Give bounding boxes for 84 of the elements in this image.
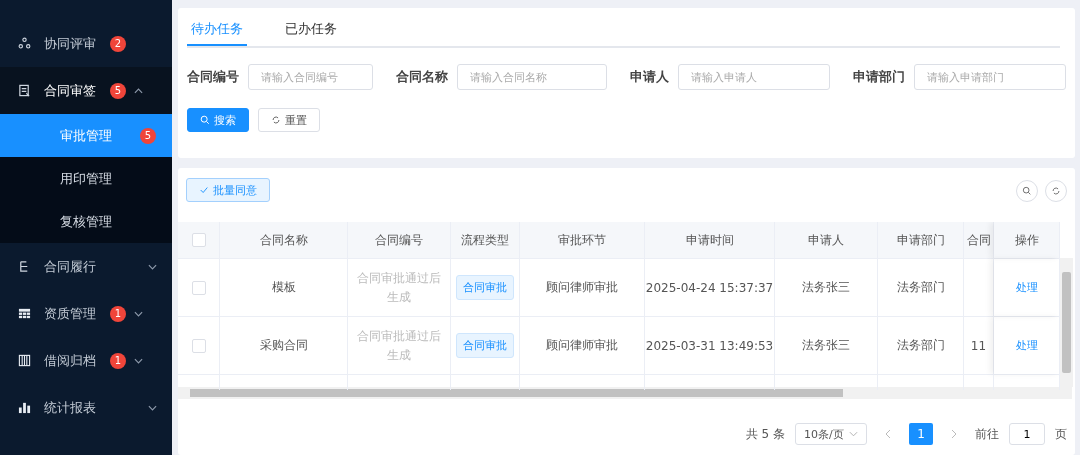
table-cell: 顾问律师审批 (546, 279, 618, 296)
horizontal-scrollbar[interactable] (178, 387, 1072, 399)
column-header: 操作 (1014, 231, 1039, 249)
next-page-icon[interactable] (951, 429, 957, 439)
menu-item[interactable]: 统计报表 (0, 384, 172, 431)
menu-label: 合同履行 (44, 257, 97, 276)
menu-item[interactable]: 借阅归档 1 (0, 337, 172, 384)
table-cell-text: 合同审批通过后生成 (356, 327, 442, 364)
column-header: 审批环节 (558, 231, 606, 249)
total-count: 共 5 条 (745, 425, 785, 443)
chevron-icon (134, 357, 143, 364)
chevron-icon (134, 87, 143, 94)
table-cell: 法务部门 (896, 337, 945, 354)
page-input[interactable]: 1 (1009, 423, 1045, 445)
page-size-select[interactable]: 10条/页 (795, 423, 867, 445)
field-label: 申请部门 (853, 68, 905, 86)
input-field[interactable]: 请输入合同编号 (248, 64, 373, 90)
previous-page-icon[interactable] (885, 429, 891, 439)
submenu-item[interactable]: 复核管理 (0, 200, 172, 243)
menu-label: 合同审签 (44, 81, 97, 100)
submenu-item[interactable]: 审批管理 5 (0, 114, 172, 157)
count-badge: 5 (140, 127, 156, 144)
count-badge: 1 (110, 305, 126, 322)
type-tag: 合同审批 (456, 333, 514, 358)
menu-label: 资质管理 (44, 304, 97, 323)
table-cell: 法务张三 (802, 279, 850, 296)
table-cell: 采购合同 (259, 337, 308, 354)
column-header: 合同 (966, 231, 991, 249)
input-field[interactable]: 请输入申请部门 (914, 64, 1066, 90)
menu-item[interactable]: 资质管理 1 (0, 290, 172, 337)
table-cell-text: 合同审批通过后生成 (356, 269, 442, 306)
column-header: 合同编号 (375, 231, 423, 249)
grid-icon (18, 307, 31, 320)
input-field[interactable]: 请输入申请人 (678, 64, 830, 90)
chevron-icon (148, 404, 157, 411)
submenu-item[interactable]: 用印管理 (0, 157, 172, 200)
table-cell: 顾问律师审批 (546, 337, 618, 354)
count-badge: 5 (110, 82, 126, 99)
search-button[interactable] (1016, 180, 1038, 202)
count-badge: 1 (110, 352, 126, 369)
field-label: 合同名称 (396, 68, 448, 86)
menu-item[interactable]: 合同审签 5 (0, 67, 172, 114)
menu-item[interactable]: 合同履行 (0, 243, 172, 290)
goto-label: 前往 (975, 425, 999, 443)
table-cell: 2025-03-31 13:49:53 (645, 338, 774, 353)
check-icon (199, 185, 209, 195)
search-icon (200, 115, 210, 125)
table-cell: 法务张三 (802, 337, 850, 354)
row-checkbox[interactable] (191, 338, 206, 353)
column-header: 流程类型 (461, 231, 509, 249)
chevron-icon (148, 263, 157, 270)
input-field[interactable]: 请输入合同名称 (457, 64, 607, 90)
refresh-button[interactable] (1045, 180, 1067, 202)
refresh-icon (1051, 186, 1061, 196)
menu-item[interactable]: 协同评审 2 (0, 20, 172, 67)
page-suffix: 页 (1055, 425, 1067, 443)
document-icon (18, 84, 31, 97)
nodes-icon (18, 37, 31, 50)
table-cell: 11 (970, 338, 987, 353)
column-header: 申请时间 (685, 231, 734, 249)
columns-icon (18, 354, 31, 367)
field-label: 合同编号 (187, 68, 239, 86)
column-header: 申请部门 (896, 231, 945, 249)
column-header: 合同名称 (259, 231, 308, 249)
menu-label: 借阅归档 (44, 351, 97, 370)
row-checkbox[interactable] (191, 280, 206, 295)
chevron-icon (849, 431, 858, 437)
search-icon (1022, 186, 1032, 196)
count-badge: 2 (110, 35, 126, 52)
table-cell: 模板 (271, 279, 296, 296)
chevron-icon (134, 310, 143, 317)
table-cell: 2025-04-24 15:37:37 (645, 280, 774, 295)
select-all-checkbox[interactable] (191, 233, 206, 247)
tab[interactable]: 已办任务 (281, 20, 341, 46)
field-label: 申请人 (630, 68, 669, 86)
menu-label: 统计报表 (44, 398, 97, 417)
vertical-scrollbar[interactable] (1060, 258, 1073, 387)
column-header: 申请人 (808, 231, 844, 249)
menu-label: 协同评审 (44, 34, 97, 53)
table-cell: 法务部门 (896, 279, 945, 296)
reset-button[interactable]: 重置 (258, 108, 320, 132)
type-tag: 合同审批 (456, 275, 514, 300)
bar-chart-icon (18, 401, 31, 414)
refresh-icon (271, 115, 281, 125)
